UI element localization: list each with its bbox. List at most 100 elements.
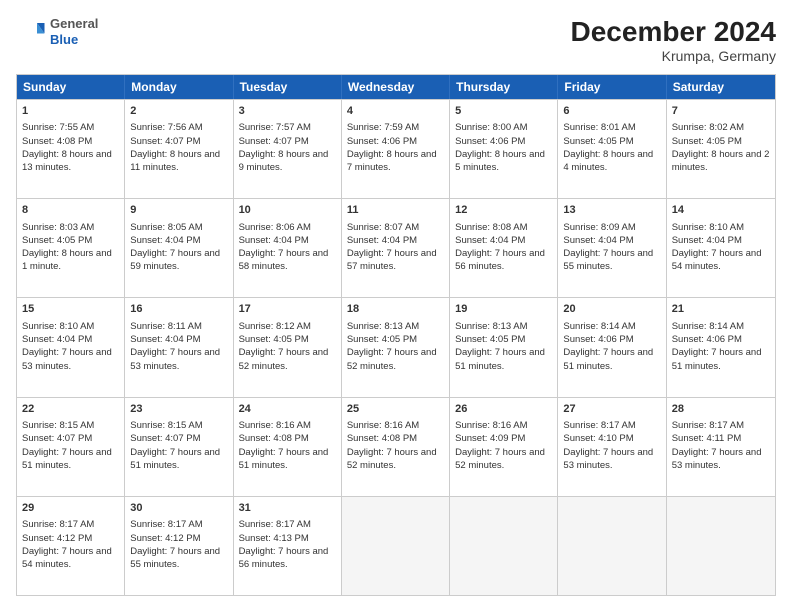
header-day-friday: Friday xyxy=(558,75,666,99)
calendar-cell: 15 Sunrise: 8:10 AM Sunset: 4:04 PM Dayl… xyxy=(17,298,125,396)
calendar-cell: 25 Sunrise: 8:16 AM Sunset: 4:08 PM Dayl… xyxy=(342,398,450,496)
sunset-label: Sunset: 4:04 PM xyxy=(22,334,92,345)
sunrise-label: Sunrise: 8:17 AM xyxy=(130,519,202,530)
daylight-label: Daylight: 8 hours and 11 minutes. xyxy=(130,149,220,173)
day-number: 20 xyxy=(563,302,660,317)
daylight-label: Daylight: 7 hours and 51 minutes. xyxy=(455,347,545,371)
calendar-cell: 8 Sunrise: 8:03 AM Sunset: 4:05 PM Dayli… xyxy=(17,199,125,297)
calendar-cell: 4 Sunrise: 7:59 AM Sunset: 4:06 PM Dayli… xyxy=(342,100,450,198)
daylight-label: Daylight: 7 hours and 54 minutes. xyxy=(672,248,762,272)
calendar-cell: 13 Sunrise: 8:09 AM Sunset: 4:04 PM Dayl… xyxy=(558,199,666,297)
sunset-label: Sunset: 4:08 PM xyxy=(347,433,417,444)
day-number: 17 xyxy=(239,302,336,317)
sunrise-label: Sunrise: 8:13 AM xyxy=(455,321,527,332)
daylight-label: Daylight: 8 hours and 7 minutes. xyxy=(347,149,437,173)
calendar-cell xyxy=(667,497,775,595)
daylight-label: Daylight: 7 hours and 59 minutes. xyxy=(130,248,220,272)
sunset-label: Sunset: 4:08 PM xyxy=(22,136,92,147)
day-number: 10 xyxy=(239,203,336,218)
day-number: 29 xyxy=(22,501,119,516)
sunrise-label: Sunrise: 8:17 AM xyxy=(672,420,744,431)
day-number: 21 xyxy=(672,302,770,317)
header-day-monday: Monday xyxy=(125,75,233,99)
sunrise-label: Sunrise: 7:57 AM xyxy=(239,122,311,133)
daylight-label: Daylight: 7 hours and 52 minutes. xyxy=(347,447,437,471)
month-title: December 2024 xyxy=(571,16,776,48)
day-number: 2 xyxy=(130,104,227,119)
calendar-cell xyxy=(450,497,558,595)
day-number: 4 xyxy=(347,104,444,119)
sunset-label: Sunset: 4:07 PM xyxy=(130,433,200,444)
calendar-cell: 20 Sunrise: 8:14 AM Sunset: 4:06 PM Dayl… xyxy=(558,298,666,396)
calendar-cell: 24 Sunrise: 8:16 AM Sunset: 4:08 PM Dayl… xyxy=(234,398,342,496)
daylight-label: Daylight: 7 hours and 53 minutes. xyxy=(22,347,112,371)
daylight-label: Daylight: 8 hours and 4 minutes. xyxy=(563,149,653,173)
title-block: December 2024 Krumpa, Germany xyxy=(571,16,776,64)
day-number: 18 xyxy=(347,302,444,317)
calendar-cell: 29 Sunrise: 8:17 AM Sunset: 4:12 PM Dayl… xyxy=(17,497,125,595)
sunset-label: Sunset: 4:06 PM xyxy=(672,334,742,345)
daylight-label: Daylight: 7 hours and 56 minutes. xyxy=(455,248,545,272)
calendar-cell: 3 Sunrise: 7:57 AM Sunset: 4:07 PM Dayli… xyxy=(234,100,342,198)
calendar-cell: 6 Sunrise: 8:01 AM Sunset: 4:05 PM Dayli… xyxy=(558,100,666,198)
day-number: 11 xyxy=(347,203,444,218)
daylight-label: Daylight: 7 hours and 51 minutes. xyxy=(22,447,112,471)
daylight-label: Daylight: 7 hours and 52 minutes. xyxy=(347,347,437,371)
sunrise-label: Sunrise: 8:08 AM xyxy=(455,222,527,233)
sunrise-label: Sunrise: 8:01 AM xyxy=(563,122,635,133)
daylight-label: Daylight: 7 hours and 58 minutes. xyxy=(239,248,329,272)
header-day-sunday: Sunday xyxy=(17,75,125,99)
sunset-label: Sunset: 4:10 PM xyxy=(563,433,633,444)
calendar-row-3: 15 Sunrise: 8:10 AM Sunset: 4:04 PM Dayl… xyxy=(17,297,775,396)
calendar-cell: 14 Sunrise: 8:10 AM Sunset: 4:04 PM Dayl… xyxy=(667,199,775,297)
calendar-row-1: 1 Sunrise: 7:55 AM Sunset: 4:08 PM Dayli… xyxy=(17,99,775,198)
calendar-cell: 2 Sunrise: 7:56 AM Sunset: 4:07 PM Dayli… xyxy=(125,100,233,198)
calendar-row-2: 8 Sunrise: 8:03 AM Sunset: 4:05 PM Dayli… xyxy=(17,198,775,297)
sunset-label: Sunset: 4:04 PM xyxy=(130,334,200,345)
daylight-label: Daylight: 8 hours and 2 minutes. xyxy=(672,149,770,173)
logo: General Blue xyxy=(16,16,98,47)
sunset-label: Sunset: 4:07 PM xyxy=(239,136,309,147)
calendar-cell: 21 Sunrise: 8:14 AM Sunset: 4:06 PM Dayl… xyxy=(667,298,775,396)
day-number: 23 xyxy=(130,402,227,417)
calendar-cell: 28 Sunrise: 8:17 AM Sunset: 4:11 PM Dayl… xyxy=(667,398,775,496)
daylight-label: Daylight: 8 hours and 9 minutes. xyxy=(239,149,329,173)
sunrise-label: Sunrise: 8:14 AM xyxy=(672,321,744,332)
day-number: 3 xyxy=(239,104,336,119)
daylight-label: Daylight: 7 hours and 56 minutes. xyxy=(239,546,329,570)
day-number: 24 xyxy=(239,402,336,417)
day-number: 31 xyxy=(239,501,336,516)
day-number: 30 xyxy=(130,501,227,516)
calendar-cell: 26 Sunrise: 8:16 AM Sunset: 4:09 PM Dayl… xyxy=(450,398,558,496)
calendar-cell: 12 Sunrise: 8:08 AM Sunset: 4:04 PM Dayl… xyxy=(450,199,558,297)
sunset-label: Sunset: 4:08 PM xyxy=(239,433,309,444)
calendar: SundayMondayTuesdayWednesdayThursdayFrid… xyxy=(16,74,776,596)
sunrise-label: Sunrise: 7:59 AM xyxy=(347,122,419,133)
daylight-label: Daylight: 8 hours and 13 minutes. xyxy=(22,149,112,173)
daylight-label: Daylight: 7 hours and 54 minutes. xyxy=(22,546,112,570)
sunset-label: Sunset: 4:05 PM xyxy=(563,136,633,147)
sunrise-label: Sunrise: 8:09 AM xyxy=(563,222,635,233)
sunset-label: Sunset: 4:12 PM xyxy=(22,533,92,544)
daylight-label: Daylight: 7 hours and 53 minutes. xyxy=(130,347,220,371)
sunrise-label: Sunrise: 8:16 AM xyxy=(455,420,527,431)
day-number: 5 xyxy=(455,104,552,119)
sunrise-label: Sunrise: 8:10 AM xyxy=(672,222,744,233)
logo-general: General xyxy=(50,16,98,32)
sunset-label: Sunset: 4:13 PM xyxy=(239,533,309,544)
daylight-label: Daylight: 7 hours and 51 minutes. xyxy=(672,347,762,371)
sunrise-label: Sunrise: 7:55 AM xyxy=(22,122,94,133)
calendar-cell: 31 Sunrise: 8:17 AM Sunset: 4:13 PM Dayl… xyxy=(234,497,342,595)
daylight-label: Daylight: 8 hours and 5 minutes. xyxy=(455,149,545,173)
calendar-cell: 1 Sunrise: 7:55 AM Sunset: 4:08 PM Dayli… xyxy=(17,100,125,198)
header-day-thursday: Thursday xyxy=(450,75,558,99)
sunrise-label: Sunrise: 8:00 AM xyxy=(455,122,527,133)
sunrise-label: Sunrise: 8:10 AM xyxy=(22,321,94,332)
sunrise-label: Sunrise: 8:17 AM xyxy=(239,519,311,530)
day-number: 13 xyxy=(563,203,660,218)
sunrise-label: Sunrise: 8:16 AM xyxy=(239,420,311,431)
sunset-label: Sunset: 4:04 PM xyxy=(239,235,309,246)
sunset-label: Sunset: 4:09 PM xyxy=(455,433,525,444)
daylight-label: Daylight: 7 hours and 53 minutes. xyxy=(672,447,762,471)
sunset-label: Sunset: 4:05 PM xyxy=(347,334,417,345)
